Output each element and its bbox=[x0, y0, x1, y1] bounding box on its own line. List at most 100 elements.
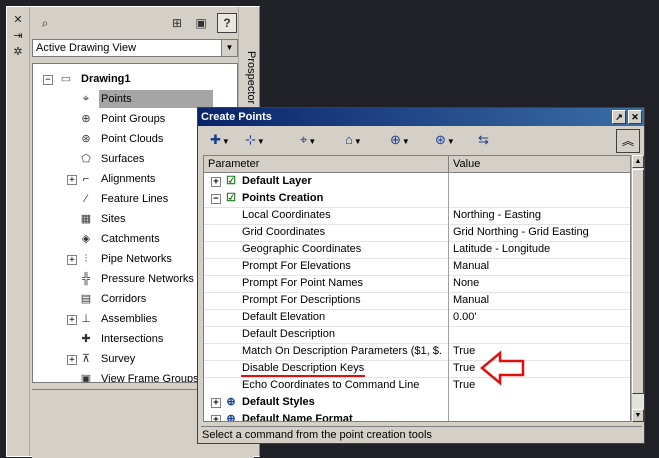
tree-expander[interactable]: + bbox=[67, 315, 77, 325]
row-value[interactable]: 0.00' bbox=[453, 309, 628, 326]
alignment-points-tool[interactable]: ⌖▼ bbox=[300, 130, 316, 150]
row-name: Default Elevation bbox=[242, 311, 326, 323]
header-value[interactable]: Value bbox=[449, 156, 630, 172]
row-value[interactable]: None bbox=[453, 275, 628, 292]
row-name: Default Name Format bbox=[242, 413, 353, 422]
point-clouds-icon: ⊛ bbox=[81, 133, 91, 145]
grid-row[interactable]: Default Elevation 0.00' bbox=[204, 309, 630, 327]
grid-row[interactable]: Local Coordinates Northing - Easting bbox=[204, 207, 630, 225]
row-name: Local Coordinates bbox=[242, 209, 331, 221]
create-points-dialog: Create Points ↗ ✕ ✚▼ ⊹▼ ⌖▼ ⌂▼ ⊕▼ ⊛▼ ⇆ ︽ … bbox=[197, 107, 645, 444]
row-name: Prompt For Point Names bbox=[242, 277, 364, 289]
row-expander[interactable]: + bbox=[211, 415, 221, 421]
help-button[interactable]: ? bbox=[217, 13, 237, 33]
chevron-down-icon[interactable]: ▼ bbox=[402, 137, 410, 146]
tree-item-label: Point Groups bbox=[101, 113, 166, 125]
tree-expander[interactable]: − bbox=[43, 75, 53, 85]
row-value[interactable]: Latitude - Longitude bbox=[453, 241, 628, 258]
close-icon[interactable]: ✕ bbox=[11, 13, 25, 27]
row-name: Default Description bbox=[242, 328, 335, 340]
row-expander[interactable]: + bbox=[211, 398, 221, 408]
catchments-icon: ◈ bbox=[81, 233, 91, 245]
tree-item-label: Pipe Networks bbox=[101, 253, 172, 265]
surface-points-tool[interactable]: ⊹▼ bbox=[245, 130, 265, 150]
column-divider bbox=[448, 394, 449, 411]
point-groups-icon: ⊕ bbox=[81, 113, 91, 125]
alignments-icon: ⌐ bbox=[82, 173, 90, 185]
row-value[interactable]: Manual bbox=[453, 292, 628, 309]
annotation-arrow-icon bbox=[480, 350, 525, 386]
assemblies-icon: ⊥ bbox=[81, 313, 91, 325]
annotation-underline bbox=[241, 375, 365, 377]
tree-item-label: Catchments bbox=[101, 233, 160, 245]
chevron-down-icon[interactable]: ▼ bbox=[308, 137, 316, 146]
pin-icon[interactable]: ↗ bbox=[612, 110, 626, 124]
row-name: Grid Coordinates bbox=[242, 226, 326, 238]
auto-hide-icon[interactable]: ⇥ bbox=[11, 29, 25, 43]
styles-icon: ⊕ bbox=[226, 396, 236, 408]
column-divider bbox=[448, 224, 449, 241]
tree-expander[interactable]: + bbox=[67, 355, 77, 365]
dialog-title-bar[interactable]: Create Points ↗ ✕ bbox=[198, 108, 644, 126]
column-divider bbox=[448, 292, 449, 309]
grid-row[interactable]: Grid Coordinates Grid Northing - Grid Ea… bbox=[204, 224, 630, 242]
row-value[interactable]: Grid Northing - Grid Easting bbox=[453, 224, 628, 241]
toggle-item-view-icon[interactable]: ⊞ bbox=[167, 13, 187, 33]
view-select[interactable]: Active Drawing View ▼ bbox=[32, 39, 238, 57]
collapse-icon[interactable]: ︽ bbox=[616, 129, 640, 153]
import-points-tool[interactable]: ⇆ bbox=[478, 130, 489, 150]
row-expander[interactable]: + bbox=[211, 177, 221, 187]
row-name: Prompt For Descriptions bbox=[242, 294, 361, 306]
row-value[interactable]: Manual bbox=[453, 258, 628, 275]
search-icon[interactable]: ⌕ bbox=[35, 13, 55, 33]
scroll-up-icon[interactable]: ▲ bbox=[632, 155, 644, 168]
grid-category-points-creation[interactable]: − ☑ Points Creation bbox=[204, 190, 630, 208]
column-divider bbox=[448, 326, 449, 343]
close-icon[interactable]: ✕ bbox=[628, 110, 642, 124]
chevron-down-icon[interactable]: ▼ bbox=[354, 137, 362, 146]
properties-grid: Parameter Value + ☑ Default Layer − ☑ Po… bbox=[203, 155, 631, 422]
tree-item-label: View Frame Groups bbox=[101, 373, 199, 383]
row-expander[interactable]: − bbox=[211, 194, 221, 204]
disk-icon[interactable]: ▣ bbox=[191, 13, 211, 33]
tree-item-label: Feature Lines bbox=[101, 193, 169, 205]
row-name: Default Layer bbox=[242, 175, 312, 187]
grid-row[interactable]: Prompt For Point Names None bbox=[204, 275, 630, 293]
grid-row[interactable]: Default Description bbox=[204, 326, 630, 344]
row-value[interactable]: Northing - Easting bbox=[453, 207, 628, 224]
drawing-icon: ▭ bbox=[60, 73, 72, 85]
intersection-points-tool[interactable]: ⌂▼ bbox=[345, 130, 362, 150]
column-divider bbox=[448, 377, 449, 394]
grid-row[interactable]: Geographic Coordinates Latitude - Longit… bbox=[204, 241, 630, 259]
surfaces-icon: ⬠ bbox=[81, 153, 91, 165]
tree-expander[interactable]: + bbox=[67, 175, 77, 185]
header-parameter[interactable]: Parameter bbox=[204, 156, 449, 172]
chevron-down-icon[interactable]: ▼ bbox=[221, 40, 237, 56]
view-select-value: Active Drawing View bbox=[36, 42, 137, 54]
tree-item-label: Surfaces bbox=[101, 153, 145, 165]
row-name: Match On Description Parameters ($1, $..… bbox=[242, 345, 442, 357]
tree-expander[interactable]: + bbox=[67, 255, 77, 265]
chevron-down-icon[interactable]: ▼ bbox=[257, 137, 265, 146]
column-divider bbox=[448, 360, 449, 377]
chevron-down-icon[interactable]: ▼ bbox=[222, 137, 230, 146]
scroll-thumb[interactable] bbox=[632, 169, 644, 394]
scroll-down-icon[interactable]: ▼ bbox=[632, 409, 644, 422]
layer-icon: ☑ bbox=[226, 175, 236, 187]
properties-icon[interactable]: ✲ bbox=[11, 45, 25, 59]
miscellaneous-points-tool[interactable]: ✚▼ bbox=[210, 130, 230, 150]
chevron-down-icon[interactable]: ▼ bbox=[447, 137, 455, 146]
interpolate-points-tool[interactable]: ⊛▼ bbox=[435, 130, 455, 150]
grid-row[interactable]: Echo Coordinates to Command Line True bbox=[204, 377, 630, 395]
grid-category-default-layer[interactable]: + ☑ Default Layer bbox=[204, 173, 630, 191]
grid-category-default-name-format[interactable]: + ⊕ Default Name Format bbox=[204, 411, 630, 422]
grid-header: Parameter Value bbox=[204, 156, 630, 173]
survey-icon: ⊼ bbox=[81, 353, 91, 365]
slope-points-tool[interactable]: ⊕▼ bbox=[390, 130, 410, 150]
grid-category-default-styles[interactable]: + ⊕ Default Styles bbox=[204, 394, 630, 412]
grid-row[interactable]: Prompt For Descriptions Manual bbox=[204, 292, 630, 310]
vertical-scrollbar[interactable]: ▲ ▼ bbox=[631, 155, 644, 422]
column-divider bbox=[448, 309, 449, 326]
grid-row[interactable]: Match On Description Parameters ($1, $..… bbox=[204, 343, 630, 361]
grid-row[interactable]: Prompt For Elevations Manual bbox=[204, 258, 630, 276]
